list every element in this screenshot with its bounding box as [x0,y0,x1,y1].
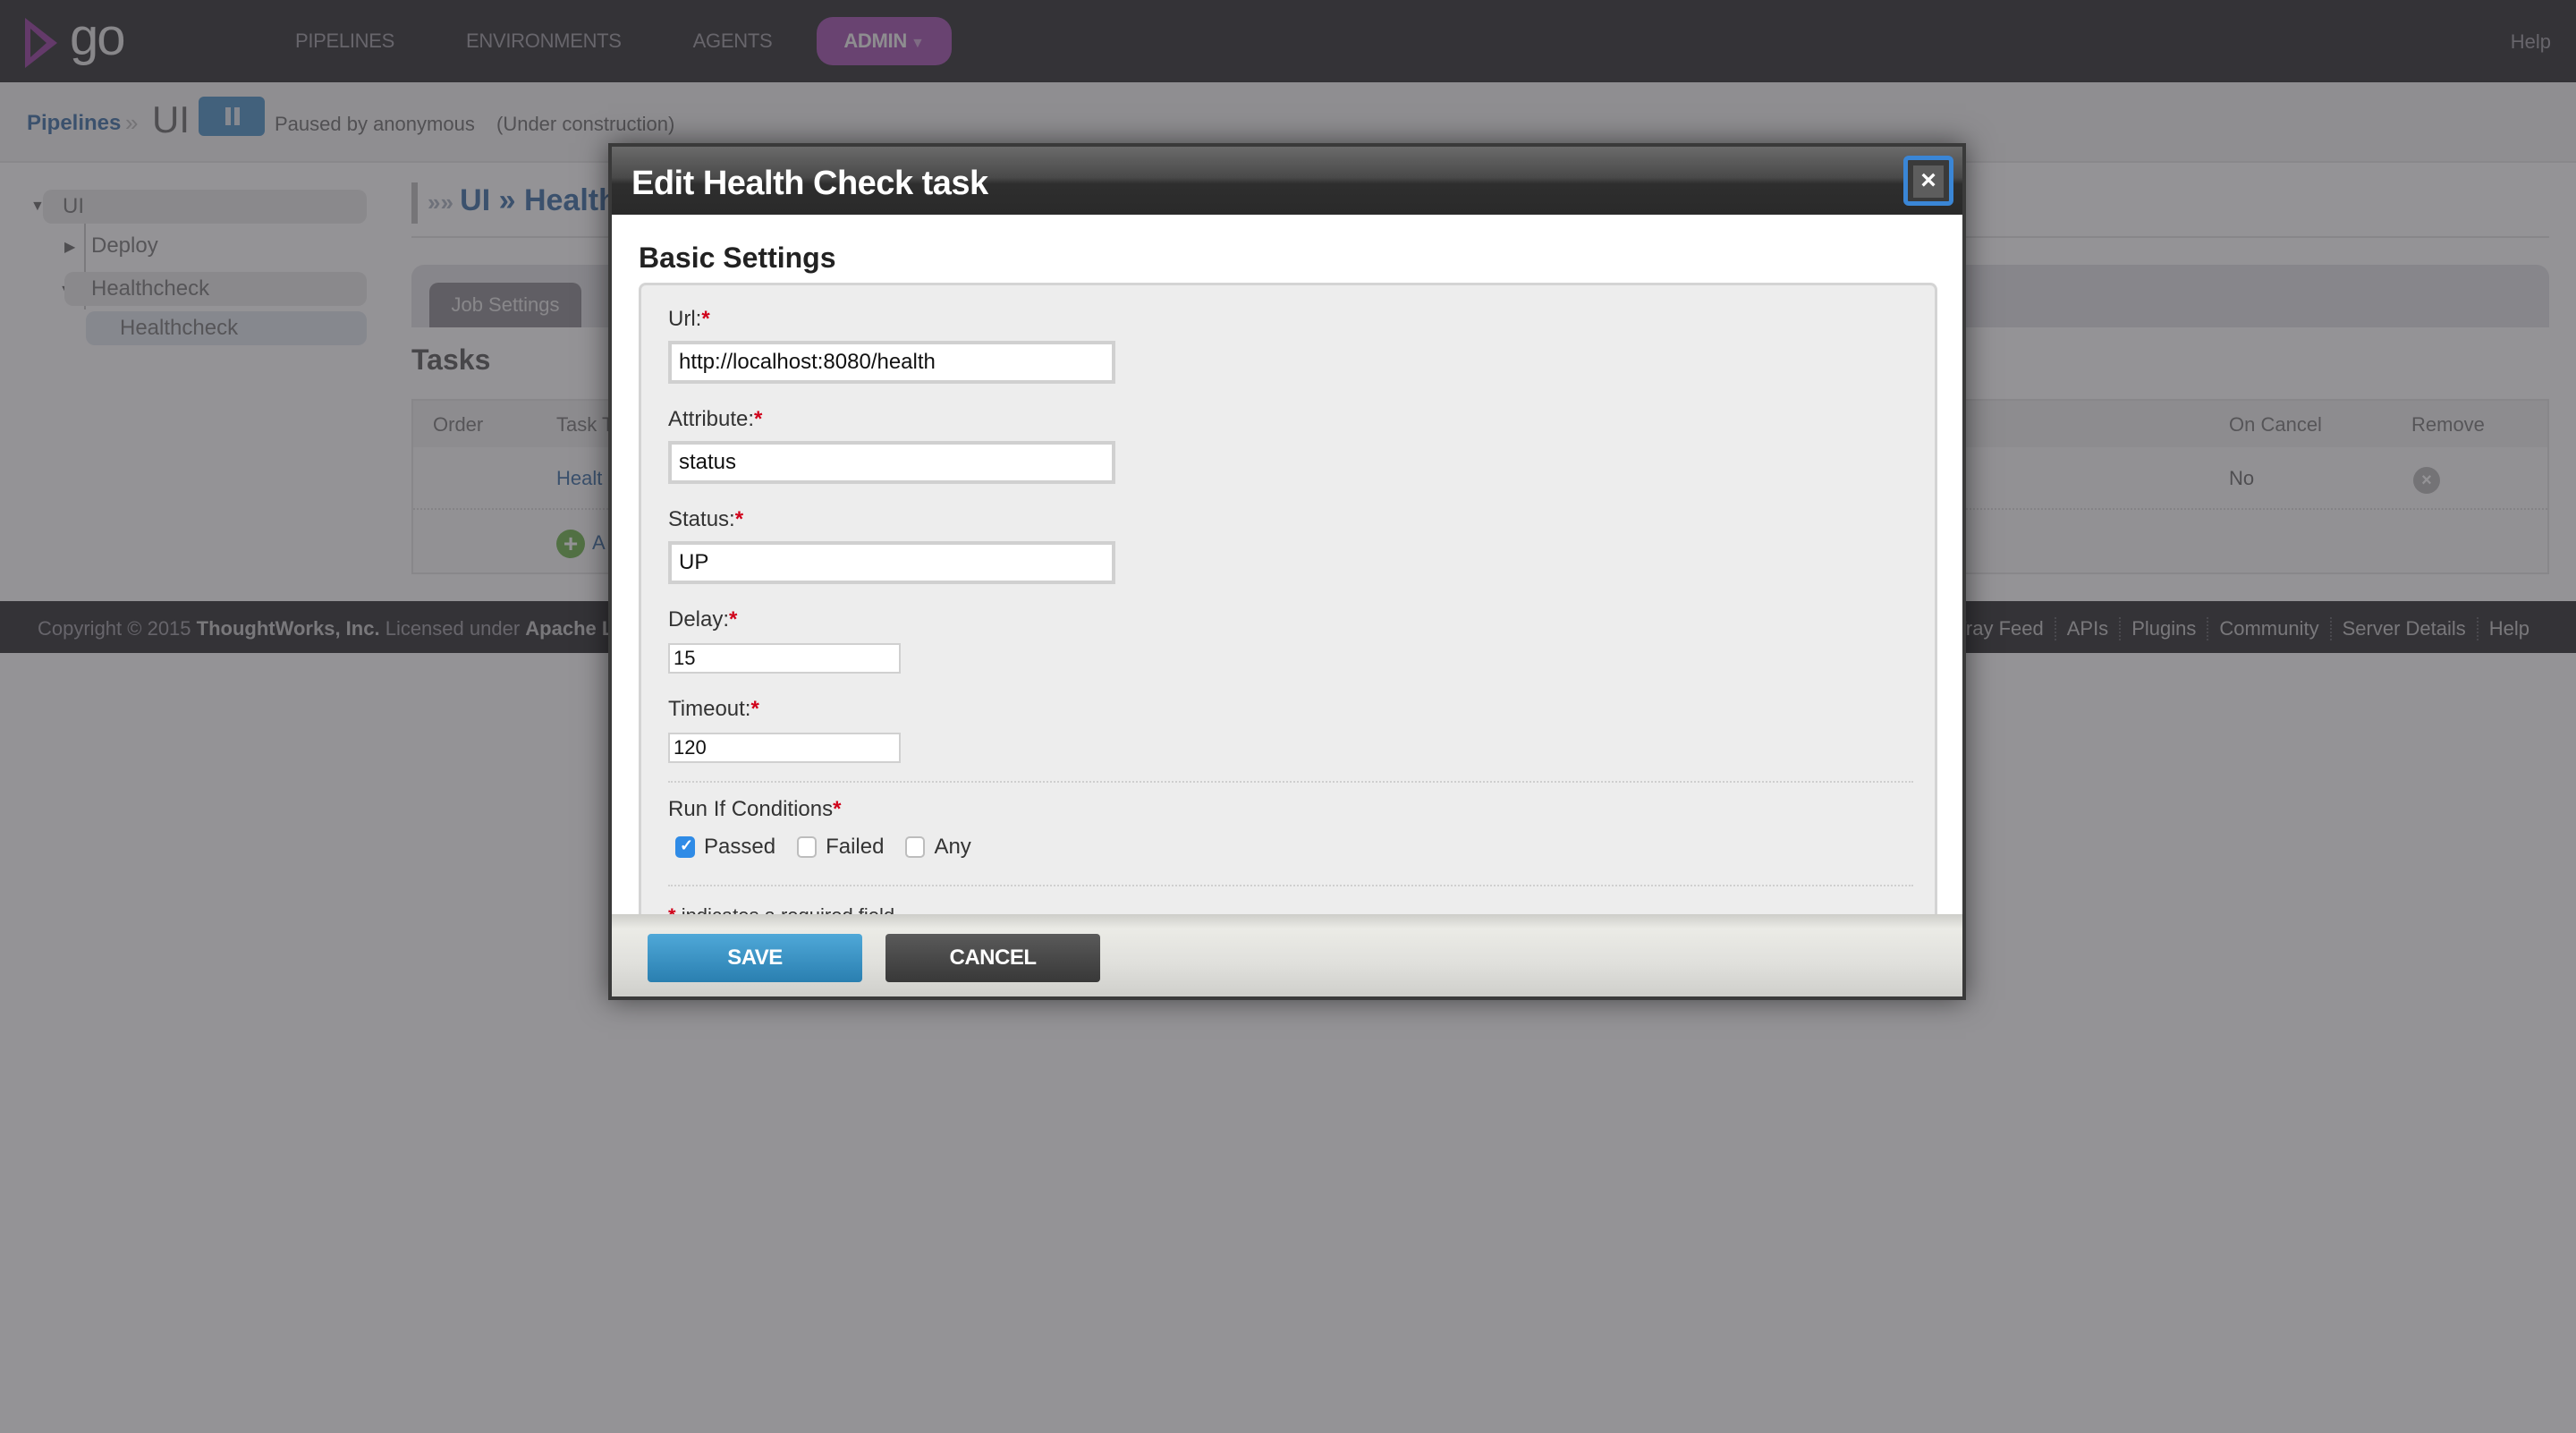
url-label: Url:* [668,307,710,332]
modal-title: Edit Health Check task [631,165,988,202]
modal-header: Edit Health Check task × [612,147,1962,215]
basic-settings-fieldset: Url:* Attribute:* Status:* Delay:* Timeo… [639,283,1937,914]
timeout-input[interactable] [668,733,901,763]
attribute-label: Attribute:* [668,407,762,432]
edit-task-modal: Edit Health Check task × Basic Settings … [608,143,1966,1000]
run-if-options: Passed Failed Any [675,835,984,860]
save-button[interactable]: SAVE [648,934,862,982]
status-input[interactable] [668,541,1115,584]
modal-footer: SAVE CANCEL [612,914,1962,996]
delay-input[interactable] [668,643,901,674]
section-title-basic-settings: Basic Settings [639,242,836,274]
url-label-text: Url: [668,307,702,331]
required-marker: * [750,697,759,721]
divider [668,781,1913,783]
close-icon: × [1913,165,1944,198]
required-marker: * [833,797,842,821]
status-label-text: Status: [668,507,735,531]
checkbox-failed[interactable] [797,836,818,858]
required-marker: * [701,307,710,331]
timeout-label: Timeout:* [668,697,759,722]
checkbox-passed[interactable] [675,836,695,858]
required-marker: * [754,407,763,431]
required-marker: * [734,507,744,531]
close-button[interactable]: × [1903,156,1953,206]
attribute-input[interactable] [668,441,1115,484]
run-if-label: Run If Conditions* [668,797,841,822]
divider [668,885,1913,886]
cancel-button[interactable]: CANCEL [886,934,1100,982]
checkbox-any[interactable] [905,836,926,858]
status-label: Status:* [668,507,743,532]
required-field-note: * indicates a required field [668,904,894,914]
required-marker: * [668,904,676,914]
checkbox-any-label[interactable]: Any [934,835,970,860]
required-note-text: indicates a required field [682,904,894,914]
timeout-label-text: Timeout: [668,697,751,721]
checkbox-passed-label[interactable]: Passed [704,835,775,860]
required-marker: * [729,607,738,632]
url-input[interactable] [668,341,1115,384]
delay-label: Delay:* [668,607,737,632]
run-if-label-text: Run If Conditions [668,797,834,821]
attribute-label-text: Attribute: [668,407,755,431]
modal-body[interactable]: Basic Settings Url:* Attribute:* Status:… [612,215,1962,914]
delay-label-text: Delay: [668,607,730,632]
checkbox-failed-label[interactable]: Failed [826,835,884,860]
